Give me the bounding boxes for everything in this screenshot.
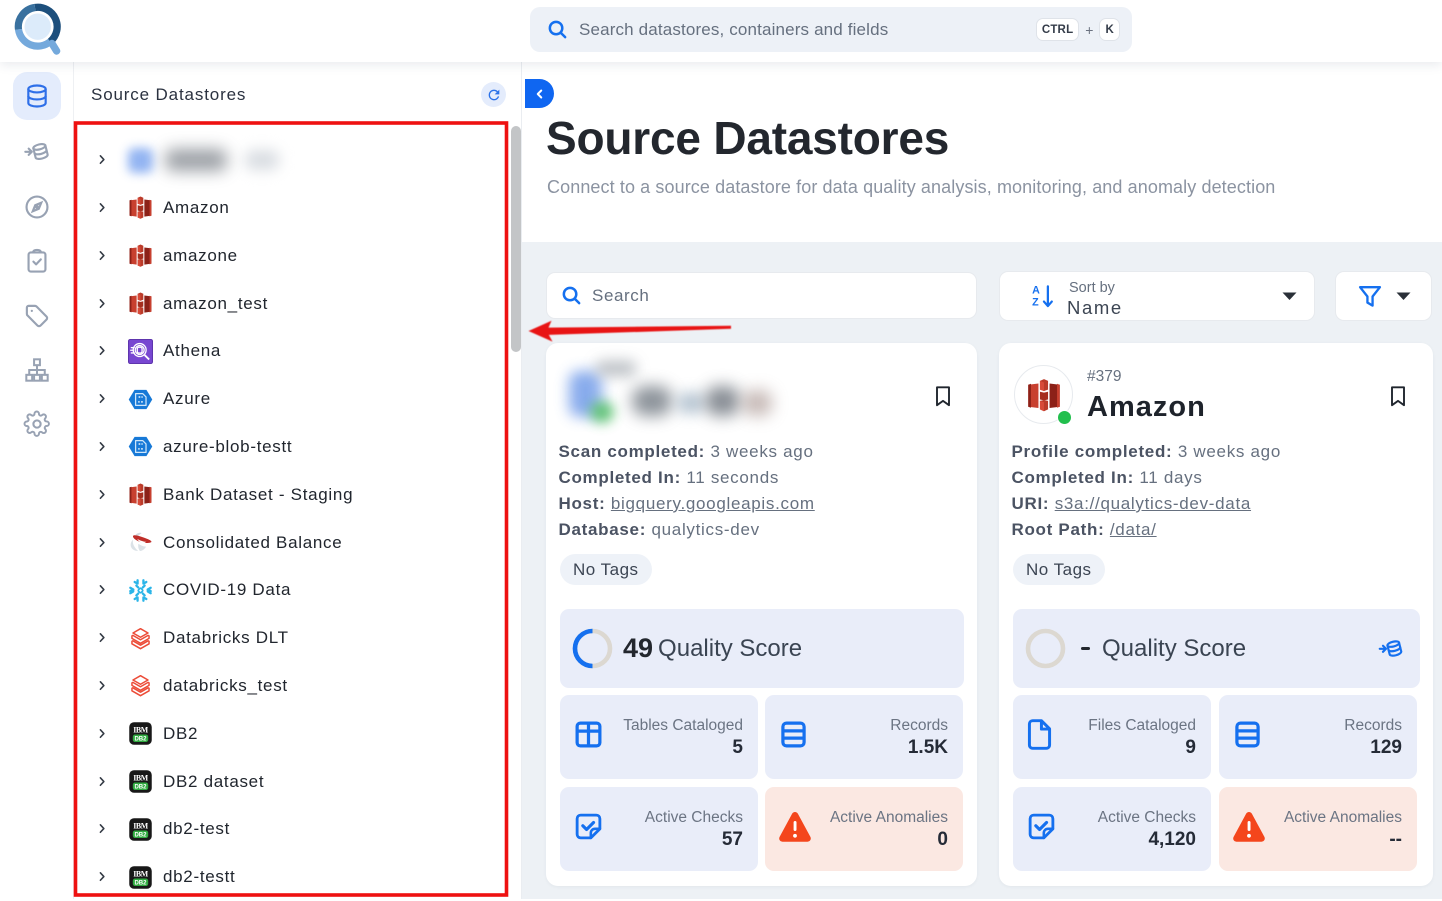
svg-text:IBM: IBM — [133, 821, 149, 830]
svg-text:A: A — [1032, 285, 1040, 297]
svg-text:Z: Z — [1032, 297, 1039, 309]
svg-text:IBM: IBM — [133, 869, 149, 878]
svg-text:IBM: IBM — [133, 726, 149, 735]
svg-text:DB2: DB2 — [134, 784, 147, 790]
svg-text:DB2: DB2 — [134, 737, 147, 743]
svg-text:IBM: IBM — [133, 774, 149, 783]
svg-text:DB2: DB2 — [134, 880, 147, 886]
svg-text:DB2: DB2 — [134, 832, 147, 838]
